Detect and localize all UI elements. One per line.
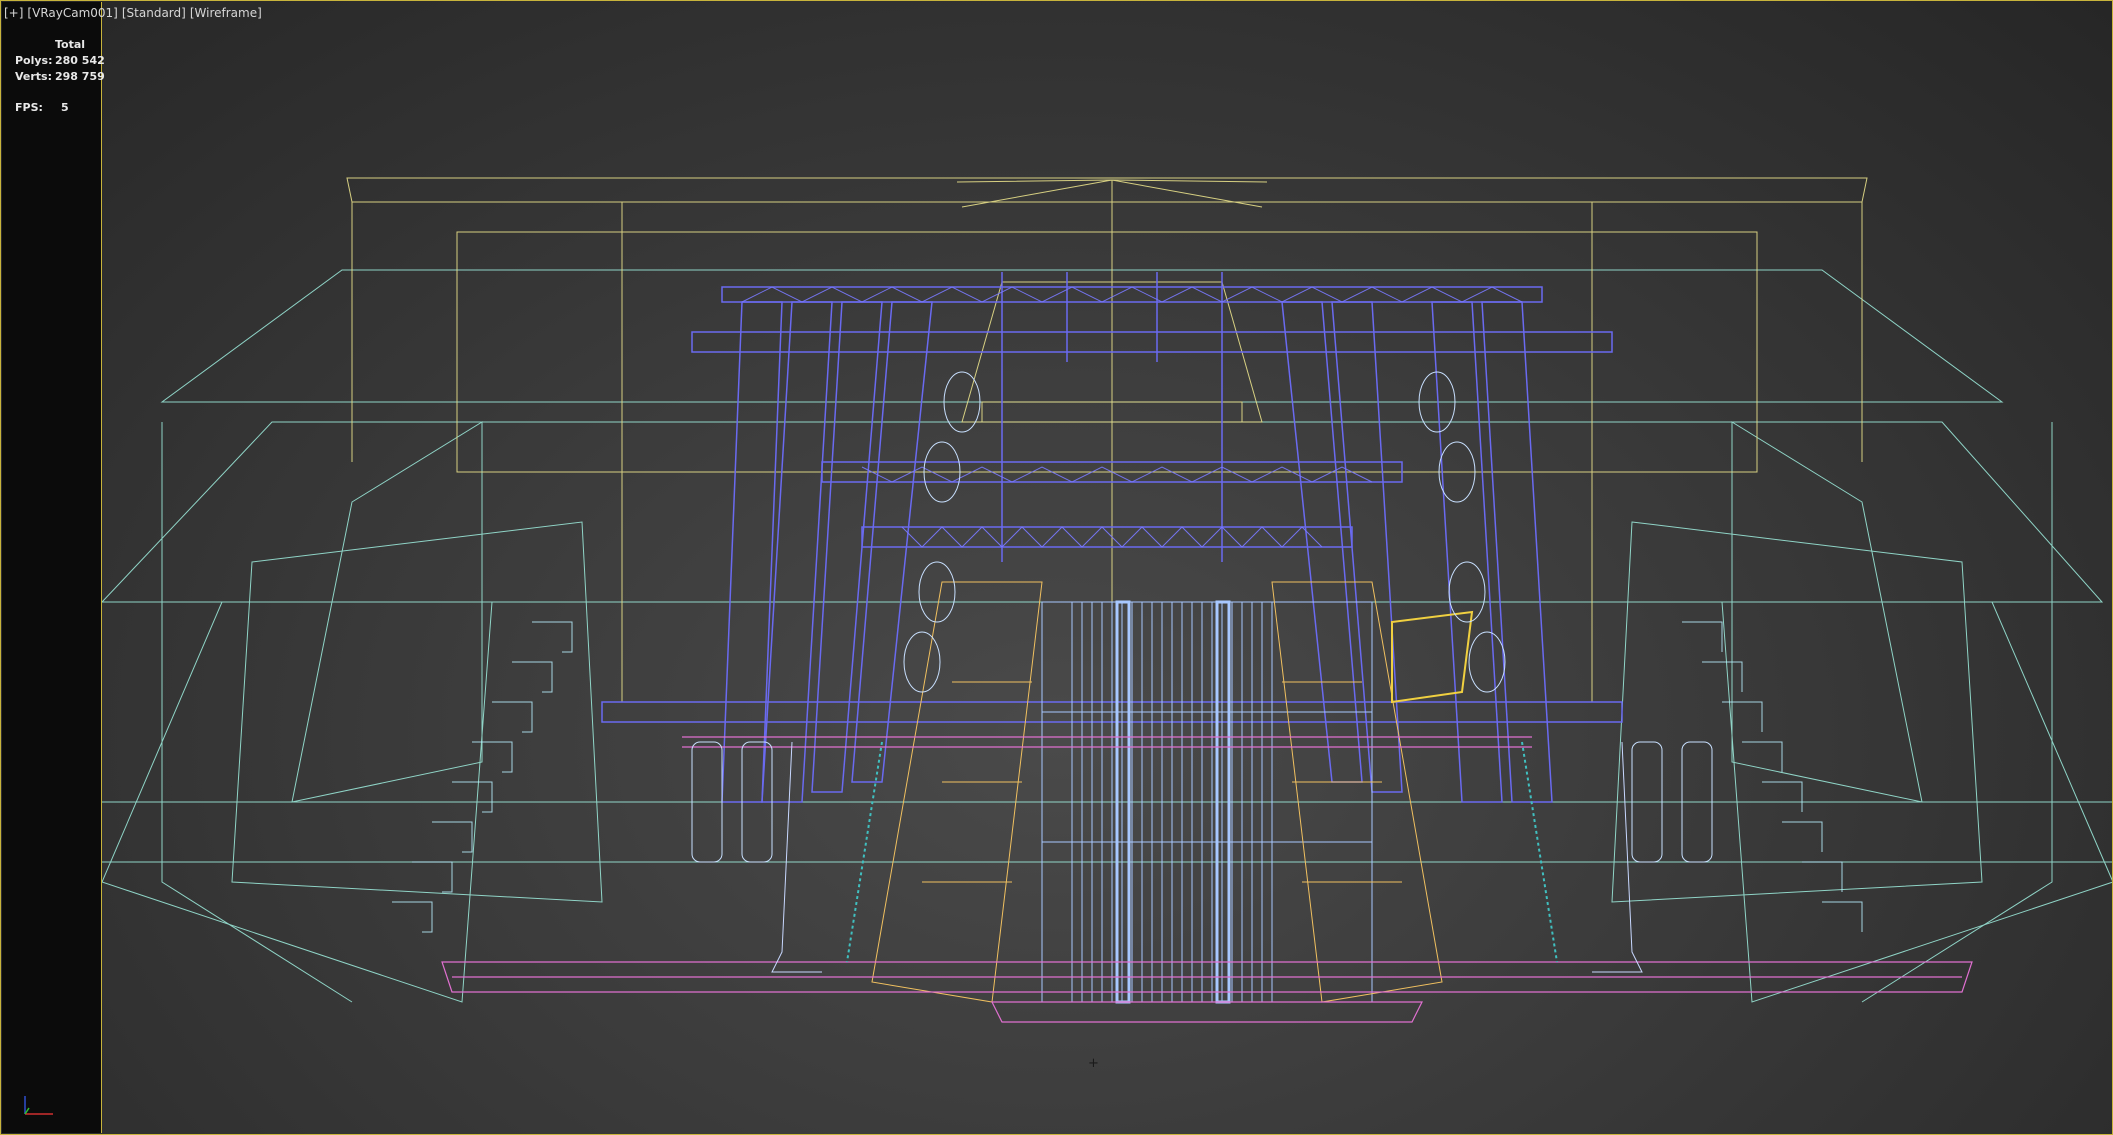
stats-polys-value: 280 542 — [55, 54, 105, 67]
stats-fps-value: 5 — [61, 101, 69, 114]
stats-polys-row: Polys: 280 542 — [15, 53, 105, 69]
viewport-general-menu[interactable]: [+] — [4, 6, 23, 20]
viewport-display-mode-menu[interactable]: [Wireframe] — [190, 6, 262, 20]
viewport-camera-menu[interactable]: [VRayCam001] — [27, 6, 117, 20]
viewport-frame[interactable]: [+] [VRayCam001] [Standard] [Wireframe] Tot… — [0, 0, 2113, 1135]
viewport-stats-panel — [2, 2, 102, 1133]
world-axis-tripod-icon — [24, 1096, 53, 1115]
stats-fps-label: FPS: — [15, 101, 43, 114]
stats-verts-value: 298 759 — [55, 70, 105, 83]
statistics-overlay: Total Polys: 280 542 Verts: 298 759 FPS:… — [15, 37, 105, 116]
cursor-crosshair-icon: + — [1088, 1056, 1099, 1071]
viewport-shading-menu[interactable]: [Standard] — [122, 6, 186, 20]
viewport-label-menu[interactable]: [+] [VRayCam001] [Standard] [Wireframe] — [4, 6, 266, 20]
stats-verts-row: Verts: 298 759 — [15, 69, 105, 85]
side-steps — [392, 621, 1863, 933]
cyan-outer-boxes — [102, 269, 2112, 1003]
stats-fps-row: FPS: 5 — [15, 100, 105, 116]
wireframe-scene[interactable] — [102, 2, 2113, 1133]
truss-zigzag — [741, 286, 1523, 548]
stats-polys-label: Polys: — [15, 54, 53, 67]
support-posts — [771, 741, 1643, 973]
stats-verts-label: Verts: — [15, 70, 53, 83]
stats-total-header: Total — [55, 38, 86, 51]
